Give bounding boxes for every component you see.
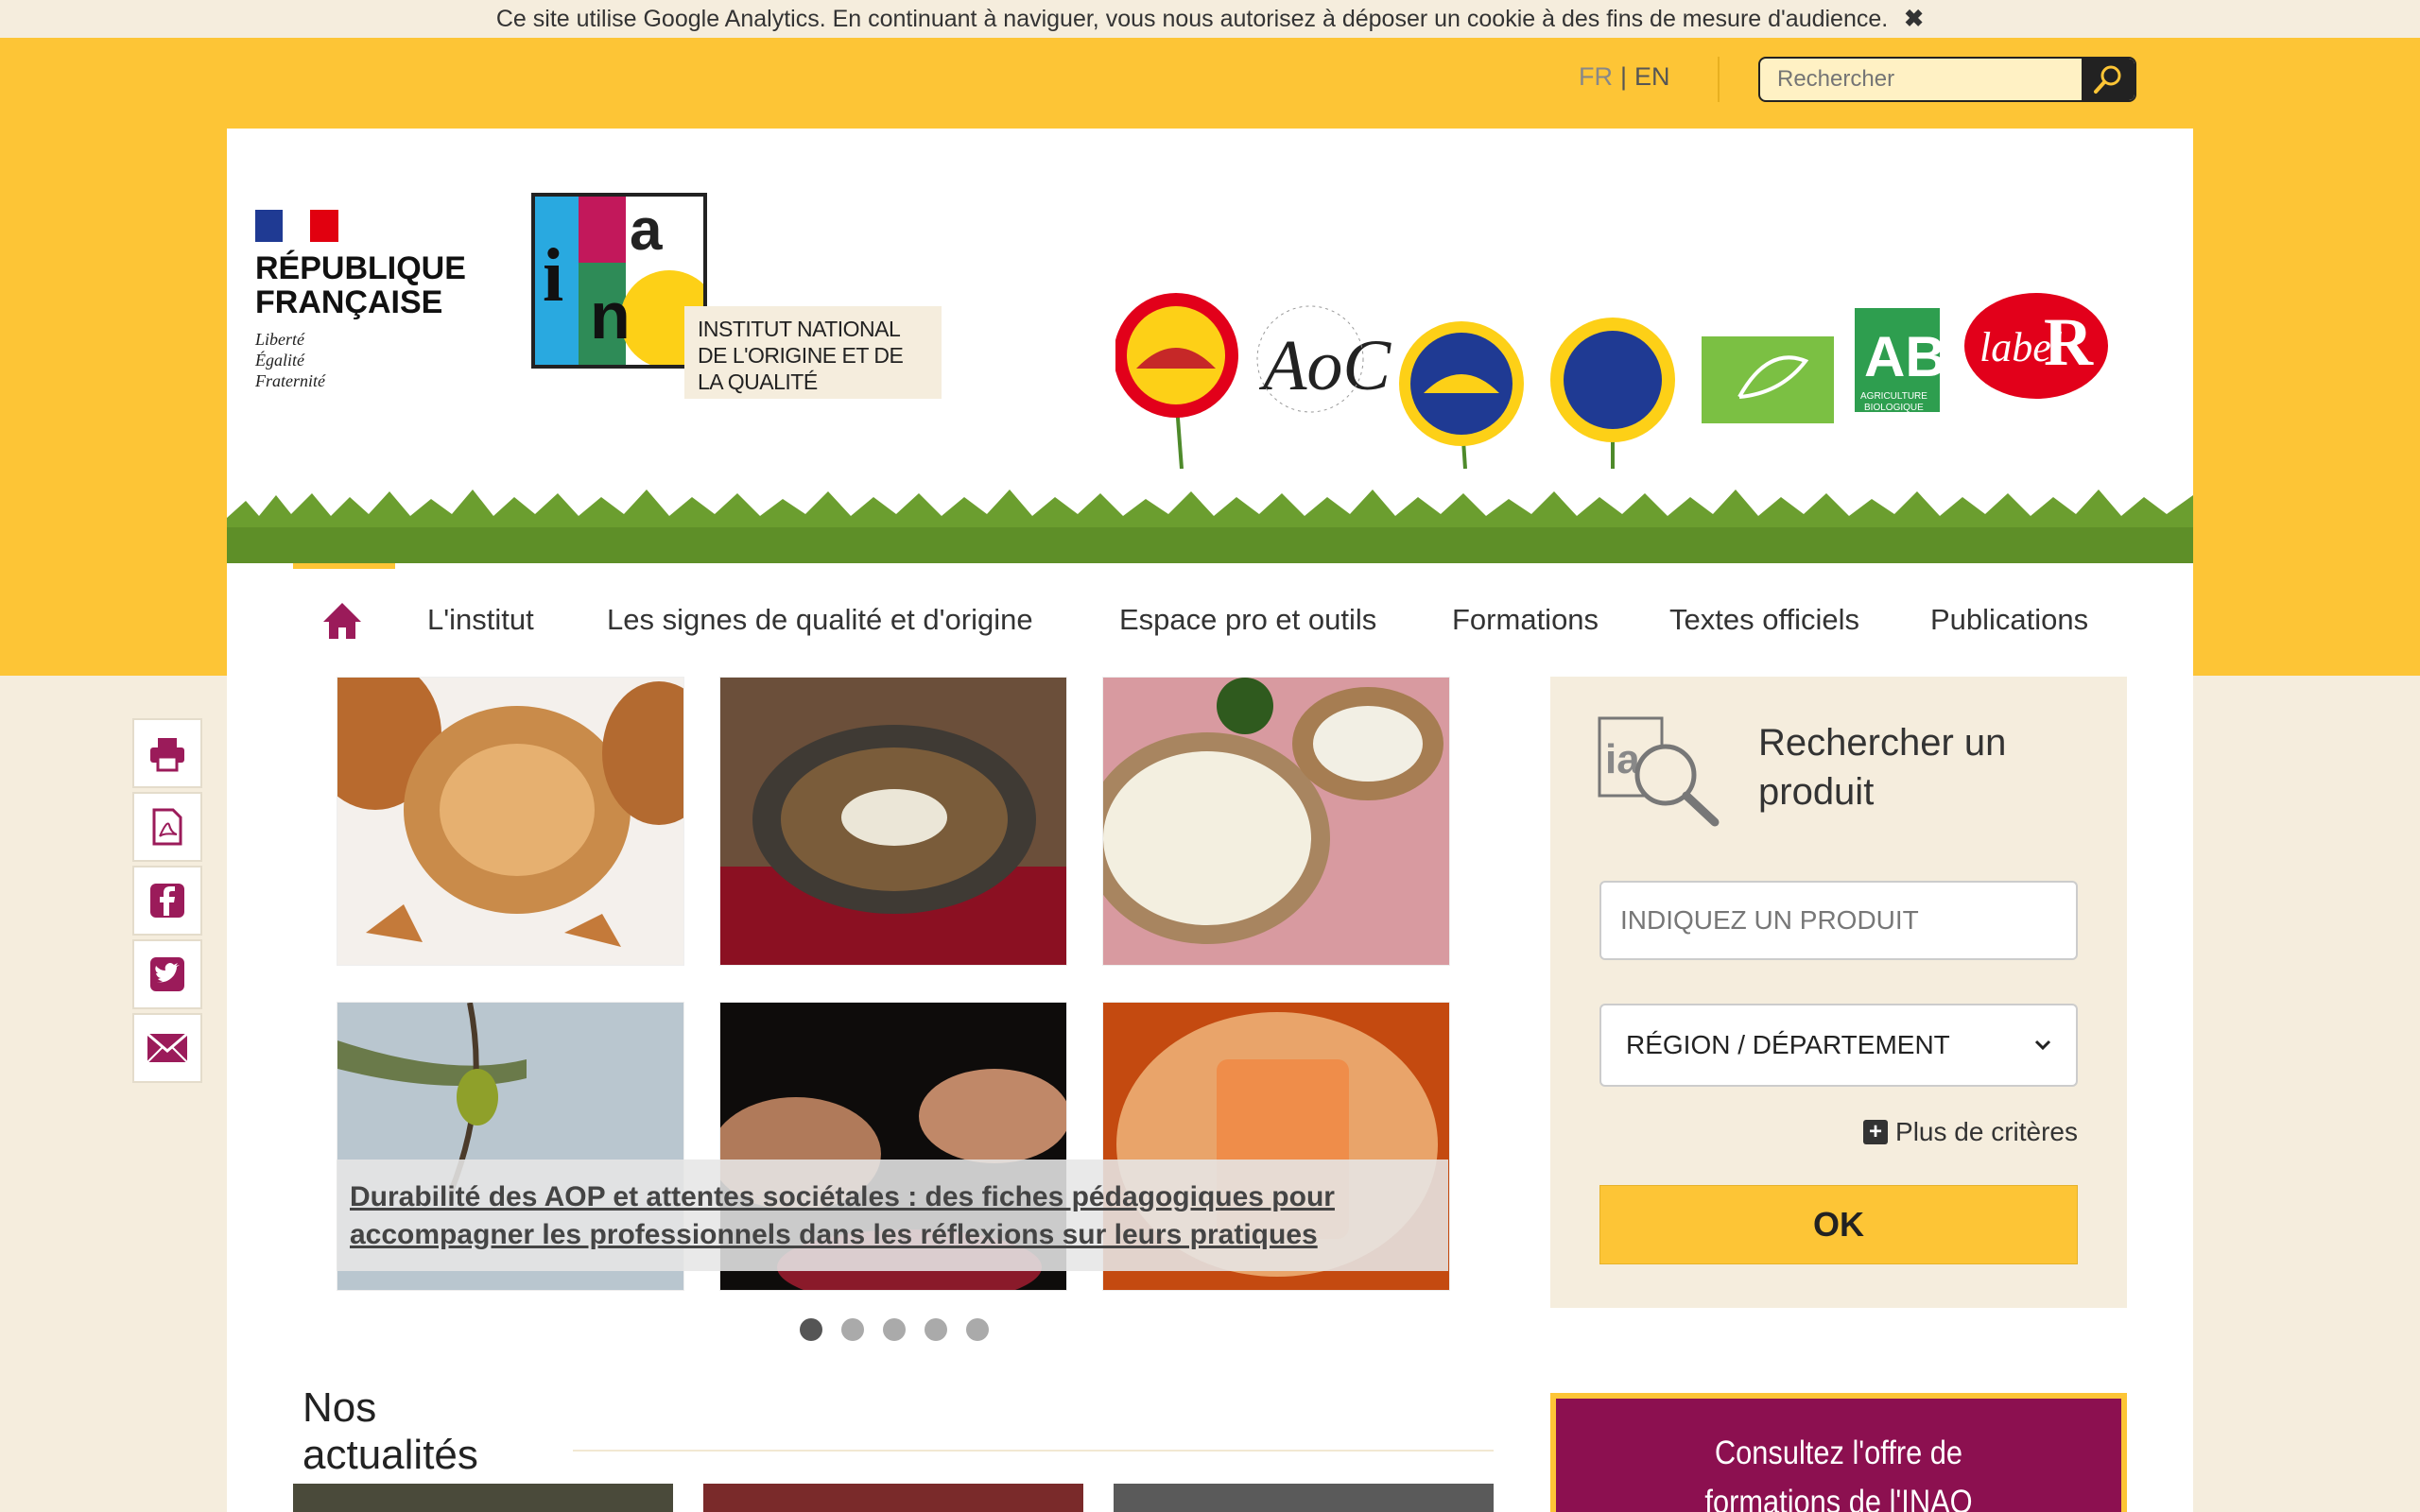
region-select[interactable]: RÉGION / DÉPARTEMENT (1599, 1004, 2078, 1087)
formations-line1: Consultez l'offre de (1714, 1435, 1963, 1471)
slide-caption-link[interactable]: Durabilité des AOP et attentes sociétale… (350, 1181, 1335, 1250)
svg-text:n: n (590, 279, 631, 352)
top-search-input[interactable] (1760, 59, 2082, 100)
nav-item-institut[interactable]: L'institut (427, 603, 534, 637)
nav-item-signes-qualite[interactable]: Les signes de qualité et d'origine (607, 603, 1033, 637)
news-section-header: Nos actualités (293, 1384, 573, 1496)
top-search-form (1758, 57, 2136, 102)
grass-decoration (227, 490, 2193, 563)
search-icon (2094, 65, 2121, 94)
active-tab-indicator (293, 563, 395, 569)
french-flag-icon (255, 210, 338, 242)
language-switcher: FR | EN (1579, 62, 1670, 92)
lang-fr-link[interactable]: FR (1579, 62, 1613, 91)
slide-image-cheese (719, 677, 1067, 966)
rf-motto-egalite: Égalité (255, 351, 304, 369)
formations-banner[interactable]: Consultez l'offre de formations de l'INA… (1550, 1393, 2127, 1512)
inao-caption: INSTITUT NATIONAL DE L'ORIGINE ET DE LA … (684, 306, 942, 399)
cookie-banner: Ce site utilise Google Analytics. En con… (0, 0, 2420, 38)
svg-text:i: i (543, 234, 563, 318)
rf-title-line2: FRANÇAISE (255, 284, 443, 320)
nav-item-publications[interactable]: Publications (1930, 603, 2088, 637)
product-search-title: Rechercher un produit (1758, 722, 2007, 813)
inao-logo[interactable]: a i n (531, 193, 707, 369)
lang-separator: | (1620, 62, 1628, 91)
news-divider (573, 1450, 1494, 1452)
more-criteria-label: Plus de critères (1895, 1117, 2078, 1146)
chevron-down-icon (2034, 1040, 2051, 1051)
email-icon (147, 1032, 188, 1063)
pdf-icon (152, 808, 182, 846)
svg-text:AGRICULTURE: AGRICULTURE (1860, 391, 1927, 402)
quality-labels: AoC AB AGRICULTURE BIOLOGIQUE label R (1115, 293, 2108, 469)
print-button[interactable] (132, 718, 202, 788)
slide-image-beans (1102, 677, 1450, 966)
nav-item-espace-pro[interactable]: Espace pro et outils (1119, 603, 1376, 637)
plus-icon: + (1863, 1120, 1889, 1144)
product-search-icon: ia (1598, 716, 1720, 827)
close-icon[interactable]: ✖ (1904, 6, 1924, 32)
cookie-message: Ce site utilise Google Analytics. En con… (495, 6, 1889, 32)
twitter-button[interactable] (132, 939, 202, 1009)
slider-pagination (800, 1318, 989, 1341)
slider-dot-1[interactable] (800, 1318, 822, 1341)
news-thumbnail-2[interactable] (703, 1484, 1083, 1512)
print-icon (150, 738, 184, 772)
igp-seal-icon (1399, 321, 1524, 469)
news-thumbnail-3[interactable] (1114, 1484, 1494, 1512)
slider-dot-5[interactable] (966, 1318, 989, 1341)
facebook-button[interactable] (132, 866, 202, 936)
slider-dot-4[interactable] (925, 1318, 947, 1341)
svg-text:AB: AB (1864, 325, 1946, 388)
ok-button[interactable]: OK (1599, 1185, 2078, 1264)
lang-en-link[interactable]: EN (1634, 62, 1670, 91)
ab-label-icon: AB AGRICULTURE BIOLOGIQUE (1855, 308, 1946, 413)
facebook-icon (150, 884, 184, 918)
slide-caption: Durabilité des AOP et attentes sociétale… (337, 1160, 1448, 1271)
euro-leaf-icon (1702, 336, 1834, 423)
stg-seal-icon (1550, 318, 1675, 469)
news-section-title: Nos actualités (302, 1384, 478, 1478)
inao-logo-icon: a i n (535, 197, 703, 365)
share-toolbar (132, 718, 202, 1087)
divider (1718, 57, 1720, 102)
product-input[interactable] (1599, 881, 2078, 960)
pdf-button[interactable] (132, 792, 202, 862)
product-search-panel: ia Rechercher un produit RÉGION / DÉPART… (1550, 677, 2127, 1308)
slider-dot-3[interactable] (883, 1318, 906, 1341)
formations-line2: formations de l'INAO (1704, 1484, 1973, 1512)
nav-item-formations[interactable]: Formations (1452, 603, 1599, 637)
twitter-icon (150, 957, 184, 991)
svg-text:BIOLOGIQUE: BIOLOGIQUE (1864, 403, 1924, 413)
republique-francaise-logo[interactable]: RÉPUBLIQUE FRANÇAISE Liberté Égalité Fra… (255, 210, 466, 391)
aop-seal-icon (1115, 293, 1238, 469)
email-button[interactable] (132, 1013, 202, 1083)
rf-motto-fraternite: Fraternité (255, 371, 325, 390)
region-select-value: RÉGION / DÉPARTEMENT (1626, 1030, 1950, 1059)
site-banner: RÉPUBLIQUE FRANÇAISE Liberté Égalité Fra… (227, 129, 2193, 563)
search-button[interactable] (2082, 59, 2135, 100)
rf-title-line1: RÉPUBLIQUE (255, 250, 466, 286)
svg-text:a: a (630, 198, 663, 263)
more-criteria-link[interactable]: + Plus de critères (1863, 1117, 2078, 1147)
slide-image-walnuts (337, 677, 684, 966)
svg-text:R: R (2044, 304, 2094, 380)
nav-item-textes-officiels[interactable]: Textes officiels (1669, 603, 1859, 637)
news-thumbnail-1[interactable] (293, 1484, 673, 1512)
aoc-seal-icon: AoC (1256, 305, 1392, 413)
rf-motto-liberte: Liberté (255, 330, 304, 349)
main-navigation: L'institut Les signes de qualité et d'or… (227, 563, 2193, 676)
slider-dot-2[interactable] (841, 1318, 864, 1341)
label-rouge-icon: label R (1964, 293, 2108, 399)
home-icon[interactable] (321, 601, 363, 643)
svg-text:AoC: AoC (1258, 326, 1392, 405)
